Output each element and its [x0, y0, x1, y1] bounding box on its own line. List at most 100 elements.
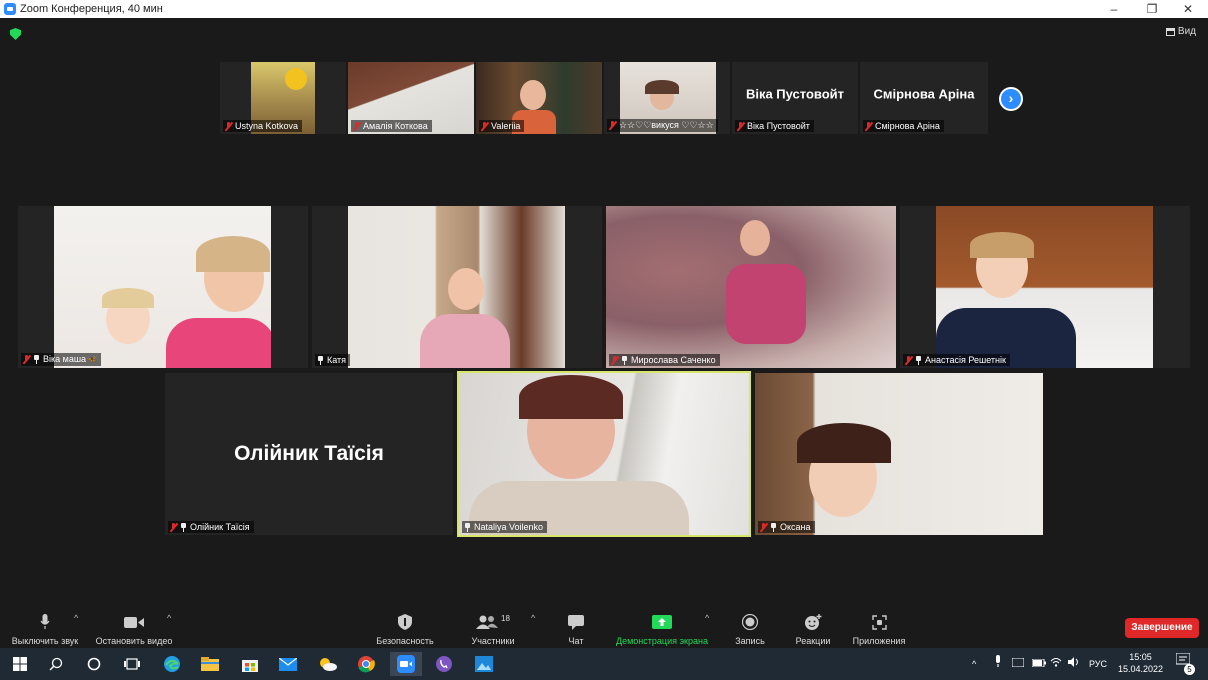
video-tile[interactable]: Віка маша🦋: [18, 206, 308, 368]
pin-icon: [464, 522, 471, 532]
strip-tile[interactable]: Віка Пустовойт Віка Пустовойт: [732, 62, 858, 134]
participant-name: Смірнова Аріна: [875, 121, 940, 131]
face-shape: [448, 268, 484, 310]
volume-icon[interactable]: [1068, 648, 1080, 680]
mic-muted-icon: [905, 355, 912, 365]
zoom-app-icon[interactable]: [390, 652, 422, 676]
apps-label: Приложения: [852, 636, 906, 646]
participant-video: [54, 206, 271, 368]
next-page-chevron-icon[interactable]: ›: [999, 87, 1023, 111]
strip-tile[interactable]: Valeriia: [476, 62, 602, 134]
video-tile[interactable]: Оксана: [755, 373, 1043, 535]
clock[interactable]: 15:05 15.04.2022: [1118, 651, 1163, 675]
cortana-icon[interactable]: [78, 652, 110, 676]
file-explorer-icon[interactable]: [194, 652, 226, 676]
video-label: Остановить видео: [95, 636, 173, 646]
windows-start-icon[interactable]: [4, 652, 36, 676]
participants-options-chevron-icon[interactable]: ^: [531, 613, 535, 623]
clock-date: 15.04.2022: [1118, 664, 1164, 674]
video-tile[interactable]: Олійник Таїсія Олійник Таїсія: [165, 373, 453, 535]
input-language[interactable]: РУС: [1089, 648, 1107, 680]
participant-display-name: Смірнова Аріна: [873, 86, 975, 102]
maximize-button[interactable]: ❐: [1134, 0, 1170, 18]
chat-button[interactable]: Чат: [556, 610, 596, 648]
minimize-button[interactable]: –: [1096, 0, 1132, 18]
meeting-stage: Вид Ustyna Kotkova Амалія Коткова Valeri…: [0, 18, 1208, 610]
video-camera-icon: [124, 616, 144, 628]
viber-icon[interactable]: [428, 652, 460, 676]
share-screen-icon: [652, 615, 672, 629]
participant-nametag: ☆☆♡♡викуся ♡♡☆☆: [607, 119, 718, 132]
pin-icon: [770, 522, 777, 532]
microphone-tray-icon[interactable]: [994, 648, 1002, 680]
mic-muted-icon: [611, 355, 618, 365]
weather-icon[interactable]: [312, 652, 344, 676]
hair-shape: [970, 232, 1034, 258]
participant-name: Nataliya Voilenko: [474, 522, 544, 532]
hair-shape: [102, 288, 154, 308]
participant-nametag: Смірнова Аріна: [863, 120, 944, 132]
camera-tray-icon[interactable]: [1011, 648, 1025, 680]
participant-nametag: Valeriia: [479, 120, 525, 132]
hair-shape: [797, 423, 891, 463]
record-button[interactable]: Запись: [730, 610, 770, 648]
pin-icon: [621, 355, 628, 365]
pin-icon: [915, 355, 922, 365]
apps-button[interactable]: Приложения: [848, 610, 910, 648]
mic-muted-icon: [609, 121, 616, 130]
participants-button[interactable]: 18 Участники: [466, 610, 520, 648]
wifi-icon[interactable]: [1050, 648, 1062, 680]
pin-icon: [33, 355, 40, 364]
window-title: Zoom Конференция, 40 мин: [20, 3, 163, 15]
video-options-chevron-icon[interactable]: ^: [167, 613, 171, 623]
mute-button[interactable]: Выключить звук: [6, 610, 84, 648]
shirt-shape: [726, 264, 806, 344]
store-icon[interactable]: [234, 652, 266, 676]
video-tile[interactable]: Катя: [312, 206, 602, 368]
smiley-plus-icon: [805, 614, 822, 630]
participant-name: Віка Пустовойт: [747, 121, 810, 131]
share-options-chevron-icon[interactable]: ^: [705, 613, 709, 623]
video-tile-active-speaker[interactable]: Nataliya Voilenko: [457, 371, 751, 537]
chat-label: Чат: [568, 636, 584, 646]
participant-nametag: Оксана: [758, 521, 815, 533]
security-shield-icon[interactable]: [10, 28, 21, 40]
pin-icon: [317, 355, 324, 365]
mic-muted-icon: [481, 121, 488, 131]
show-hidden-icons-chevron-icon[interactable]: ^: [972, 648, 976, 680]
strip-tile[interactable]: Амалія Коткова: [348, 62, 474, 134]
edge-browser-icon[interactable]: [156, 652, 188, 676]
mic-muted-icon: [225, 121, 232, 131]
shield-icon: [398, 614, 412, 630]
grid-view-icon: [1165, 27, 1175, 36]
participant-name: Віка маша🦋: [43, 354, 98, 364]
photos-icon[interactable]: [468, 652, 500, 676]
chat-bubble-icon: [568, 614, 584, 630]
strip-tile[interactable]: Смірнова Аріна Смірнова Аріна: [860, 62, 988, 134]
security-button[interactable]: Безопасность: [372, 610, 438, 648]
close-button[interactable]: ✕: [1170, 0, 1206, 18]
stop-video-button[interactable]: Остановить видео: [92, 610, 176, 648]
shirt-shape: [166, 318, 271, 368]
chrome-icon[interactable]: [350, 652, 382, 676]
strip-tile[interactable]: Ustyna Kotkova: [220, 62, 346, 134]
video-tile[interactable]: Мирослава Саченко: [606, 206, 896, 368]
view-button[interactable]: Вид: [1165, 26, 1196, 37]
participant-name: Оксана: [780, 522, 811, 532]
title-bar: Zoom Конференция, 40 мин – ❐ ✕: [0, 0, 1208, 18]
view-label: Вид: [1177, 26, 1196, 37]
share-screen-button[interactable]: Демонстрация экрана: [610, 610, 714, 648]
strip-tile[interactable]: ☆☆♡♡викуся ♡♡☆☆: [604, 62, 730, 134]
video-tile[interactable]: Анастасія Решетнік: [900, 206, 1190, 368]
reactions-button[interactable]: Реакции: [790, 610, 836, 648]
end-meeting-button[interactable]: Завершение: [1125, 618, 1199, 638]
mic-muted-icon: [737, 121, 744, 131]
battery-icon[interactable]: [1031, 648, 1046, 680]
search-icon[interactable]: [40, 652, 72, 676]
task-view-icon[interactable]: [116, 652, 148, 676]
mail-icon[interactable]: [272, 652, 304, 676]
mic-muted-icon: [23, 355, 30, 364]
audio-options-chevron-icon[interactable]: ^: [74, 613, 78, 623]
participant-name: Катя: [327, 355, 347, 365]
reactions-label: Реакции: [795, 636, 831, 646]
